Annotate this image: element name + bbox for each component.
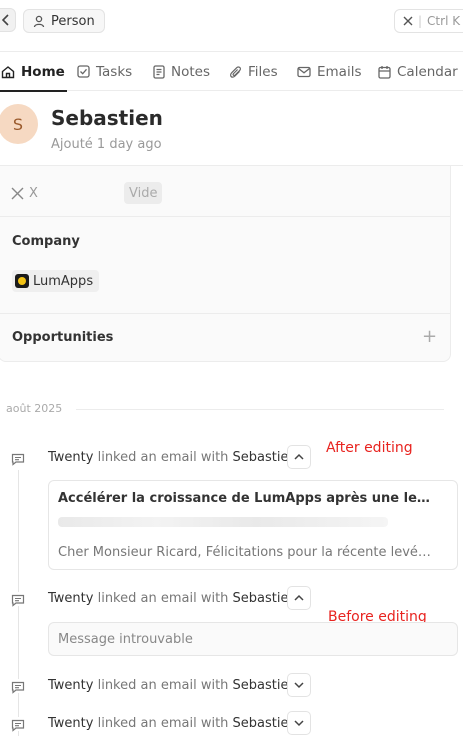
redacted-participants bbox=[58, 517, 388, 527]
field-x-value[interactable]: Vide bbox=[124, 182, 163, 204]
tab-home[interactable]: Home bbox=[0, 52, 67, 92]
top-bar: Person | Ctrl K bbox=[0, 0, 463, 42]
expand-button[interactable] bbox=[287, 711, 311, 735]
calendar-icon bbox=[378, 65, 391, 79]
message-icon bbox=[11, 717, 27, 732]
chevron-down-icon bbox=[294, 682, 304, 689]
divider bbox=[0, 313, 450, 314]
record-header: S Sebastien Ajouté 1 day ago bbox=[0, 92, 463, 166]
tab-tasks-label: Tasks bbox=[96, 63, 133, 80]
timeline-event-text: Twenty linked an email with Sebastien bbox=[48, 591, 297, 606]
event-actor: Twenty bbox=[48, 678, 94, 693]
search-shortcut-label: Ctrl K bbox=[427, 14, 461, 28]
tab-notes[interactable]: Notes bbox=[153, 52, 210, 91]
x-logo-icon bbox=[11, 187, 24, 199]
email-missing-card: Message introuvable bbox=[48, 622, 458, 656]
opportunities-heading: Opportunities bbox=[12, 330, 114, 345]
record-name[interactable]: Sebastien bbox=[51, 106, 163, 130]
record-tabs: Home Tasks Notes Files Emails Calendar bbox=[0, 51, 463, 92]
timeline-event-text: Twenty linked an email with Sebastien bbox=[48, 450, 297, 465]
divider: | bbox=[418, 14, 423, 28]
record-fields-card: X Vide Company LumApps Opportunities + bbox=[0, 166, 451, 362]
event-actor: Twenty bbox=[48, 450, 94, 465]
collapse-button[interactable] bbox=[287, 445, 311, 469]
breadcrumb-person[interactable]: Person bbox=[23, 9, 105, 33]
tab-tasks[interactable]: Tasks bbox=[77, 52, 132, 91]
chevron-down-icon bbox=[294, 720, 304, 727]
breadcrumb-label: Person bbox=[51, 13, 95, 29]
timeline-event-text: Twenty linked an email with Sebastien bbox=[48, 678, 297, 693]
annotation-after-editing: After editing bbox=[326, 440, 413, 456]
tab-files[interactable]: Files bbox=[229, 52, 278, 91]
event-actor: Twenty bbox=[48, 716, 94, 731]
email-body-preview: Cher Monsieur Ricard, Félicitations pour… bbox=[58, 545, 436, 560]
tab-calendar[interactable]: Calendar bbox=[378, 52, 458, 91]
tab-emails-label: Emails bbox=[317, 63, 362, 80]
divider bbox=[0, 216, 450, 217]
field-x-label: X bbox=[29, 185, 38, 201]
close-icon bbox=[403, 16, 413, 26]
email-subject: Accélérer la croissance de LumApps après… bbox=[58, 491, 436, 506]
avatar[interactable]: S bbox=[0, 104, 38, 144]
chevron-left-icon bbox=[2, 14, 9, 26]
missing-message: Message introuvable bbox=[58, 632, 193, 647]
person-icon bbox=[33, 15, 45, 27]
tab-files-label: Files bbox=[248, 63, 278, 80]
search-shortcut-button[interactable]: | Ctrl K bbox=[394, 9, 463, 33]
back-button[interactable] bbox=[0, 8, 16, 32]
event-action: linked an email with bbox=[97, 450, 229, 465]
event-action: linked an email with bbox=[97, 678, 229, 693]
tab-home-label: Home bbox=[21, 63, 65, 80]
timeline-month-label: août 2025 bbox=[6, 402, 63, 415]
company-heading: Company bbox=[12, 234, 80, 249]
field-x: X Vide bbox=[11, 182, 211, 204]
mail-icon bbox=[297, 66, 311, 77]
timeline-event-text: Twenty linked an email with Sebastien bbox=[48, 716, 297, 731]
event-action: linked an email with bbox=[97, 591, 229, 606]
lumapps-logo-icon bbox=[15, 274, 29, 288]
event-action: linked an email with bbox=[97, 716, 229, 731]
message-icon bbox=[11, 451, 27, 466]
tab-calendar-label: Calendar bbox=[397, 63, 458, 80]
event-actor: Twenty bbox=[48, 591, 94, 606]
checkbox-icon bbox=[77, 65, 90, 78]
divider bbox=[76, 409, 444, 410]
tab-emails[interactable]: Emails bbox=[297, 52, 362, 91]
field-x-label-wrap: X bbox=[11, 186, 38, 201]
record-created: Ajouté 1 day ago bbox=[51, 137, 162, 152]
company-chip[interactable]: LumApps bbox=[12, 270, 100, 292]
notes-icon bbox=[153, 64, 165, 79]
email-preview-card[interactable]: Accélérer la croissance de LumApps après… bbox=[48, 480, 458, 570]
company-name: LumApps bbox=[33, 273, 94, 289]
collapse-button[interactable] bbox=[287, 586, 311, 610]
message-icon bbox=[11, 679, 27, 694]
chevron-up-icon bbox=[294, 453, 304, 460]
message-icon bbox=[11, 592, 27, 607]
expand-button[interactable] bbox=[287, 673, 311, 697]
chevron-up-icon bbox=[294, 594, 304, 601]
tab-notes-label: Notes bbox=[171, 63, 210, 80]
add-opportunity-button[interactable]: + bbox=[422, 328, 437, 346]
home-icon bbox=[1, 65, 15, 78]
paperclip-icon bbox=[229, 65, 241, 78]
